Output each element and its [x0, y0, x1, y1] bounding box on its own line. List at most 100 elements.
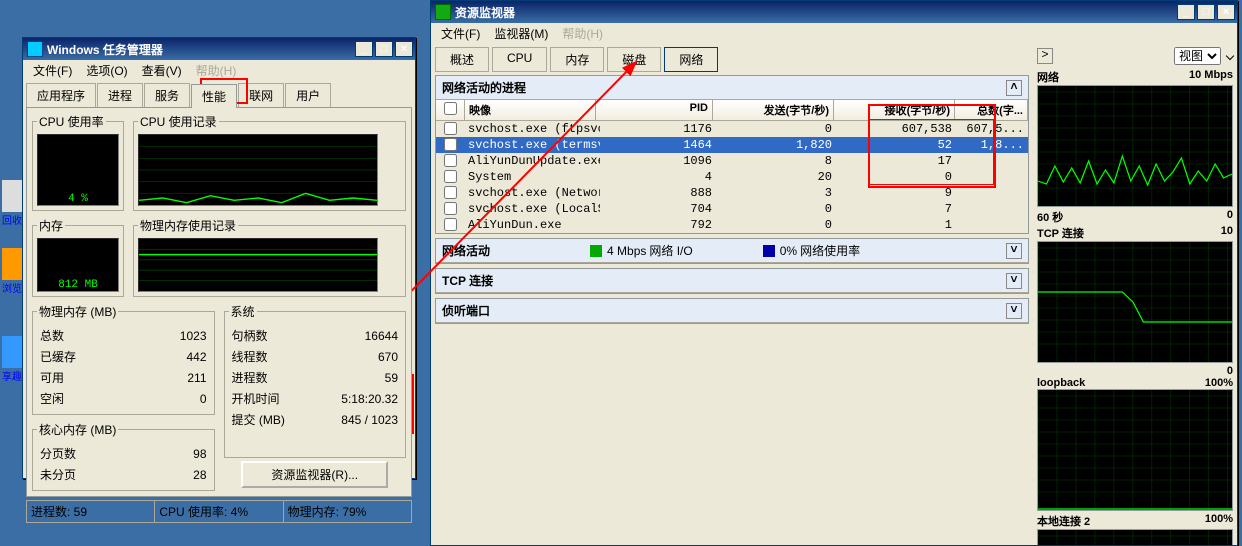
row-checkbox[interactable] — [444, 122, 457, 135]
row-checkbox[interactable] — [444, 138, 457, 151]
row-checkbox[interactable] — [444, 202, 457, 215]
view-select[interactable]: 视图 — [1174, 47, 1221, 65]
tab-overview[interactable]: 概述 — [435, 47, 489, 72]
tab-disk[interactable]: 磁盘 — [607, 47, 661, 72]
proc-recv: 607,538 — [836, 121, 956, 137]
tab-network[interactable]: 联网 — [238, 83, 284, 107]
select-all-checkbox[interactable] — [444, 102, 457, 115]
proc-total — [956, 217, 1028, 233]
proc-send: 0 — [716, 121, 836, 137]
desktop-icon-recycle[interactable]: 回收 — [2, 180, 22, 227]
proc-send: 8 — [716, 153, 836, 169]
table-row[interactable]: svchost.exe (termsvcs)14641,820521,8... — [436, 137, 1028, 153]
chevron-down-icon[interactable] — [1226, 52, 1234, 60]
expand-icon[interactable]: ˅ — [1006, 303, 1022, 319]
menu-file[interactable]: 文件(F) — [435, 23, 486, 44]
tab-apps[interactable]: 应用程序 — [26, 83, 96, 107]
proc-recv: 52 — [836, 137, 956, 153]
graph-xr: 0 — [1227, 209, 1233, 225]
row-checkbox[interactable] — [444, 218, 457, 231]
proc-pid: 888 — [600, 185, 716, 201]
status-cpu: CPU 使用率: 4% — [155, 501, 283, 522]
system-table: 句柄数16644 线程数670 进程数59 开机时间5:18:20.32 提交 … — [229, 324, 402, 431]
table-row[interactable]: svchost.exe (NetworkService)88839 — [436, 185, 1028, 201]
proc-name: System — [464, 169, 600, 185]
proc-header: 映像 PID 发送(字节/秒) 接收(字节/秒) 总数(字... — [436, 100, 1028, 121]
tab-processes[interactable]: 进程 — [97, 83, 143, 107]
table-row[interactable]: svchost.exe (LocalServiceNe...70407 — [436, 201, 1028, 217]
status-procs: 进程数: 59 — [27, 501, 155, 522]
rm-titlebar[interactable]: 资源监视器 _ □ × — [431, 1, 1237, 23]
proc-name: AliYunDun.exe — [464, 217, 600, 233]
proc-total — [956, 153, 1028, 169]
rm-main: 概述 CPU 内存 磁盘 网络 网络活动的进程 ˄ 映像 PID 发送(字节/秒… — [431, 43, 1033, 545]
close-button[interactable]: × — [1217, 4, 1235, 20]
proc-send: 0 — [716, 201, 836, 217]
table-row[interactable]: System4200 — [436, 169, 1028, 185]
net-io-label: 网络 I/O — [649, 242, 692, 259]
icon-label: 回收 — [2, 216, 22, 227]
table-row[interactable]: AliYunDunUpdate.exe1096817 — [436, 153, 1028, 169]
tab-cpu[interactable]: CPU — [492, 47, 547, 72]
mem-gauge: 812 MB — [37, 238, 119, 292]
row-checkbox[interactable] — [444, 154, 457, 167]
menu-help[interactable]: 帮助(H) — [556, 23, 609, 44]
col-total[interactable]: 总数(字... — [955, 100, 1028, 120]
desktop-icon-app[interactable]: 享趣 — [2, 336, 22, 383]
minimize-button[interactable]: _ — [1177, 4, 1195, 20]
col-send[interactable]: 发送(字节/秒) — [713, 100, 834, 120]
graph-xl: 60 秒 — [1037, 209, 1063, 225]
graph-max: 10 Mbps — [1189, 69, 1233, 85]
menu-file[interactable]: 文件(F) — [27, 60, 78, 81]
expand-icon[interactable]: ˅ — [1006, 273, 1022, 289]
maximize-button[interactable]: □ — [375, 41, 393, 57]
side-graph — [1037, 85, 1233, 207]
proc-total — [956, 169, 1028, 185]
tm-titlebar[interactable]: Windows 任务管理器 _ □ × — [23, 38, 415, 60]
col-pid[interactable]: PID — [596, 100, 713, 120]
expand-icon[interactable]: ˅ — [1006, 243, 1022, 259]
minimize-button[interactable]: _ — [355, 41, 373, 57]
rm-title: 资源监视器 — [455, 4, 515, 21]
col-image[interactable]: 映像 — [465, 100, 596, 120]
menu-view[interactable]: 查看(V) — [136, 60, 188, 81]
table-row[interactable]: AliYunDun.exe79201 — [436, 217, 1028, 233]
phys-mem-title: 物理内存 (MB) — [37, 303, 118, 320]
menu-monitor[interactable]: 监视器(M) — [488, 23, 554, 44]
proc-pid: 792 — [600, 217, 716, 233]
proc-name: svchost.exe (NetworkService) — [464, 185, 600, 201]
cpu-gauge: 4 % — [37, 134, 119, 206]
row-checkbox[interactable] — [444, 170, 457, 183]
table-row[interactable]: svchost.exe (ftpsvc)11760607,538607,5... — [436, 121, 1028, 137]
net-util-value: 0% — [780, 244, 797, 258]
proc-pid: 704 — [600, 201, 716, 217]
status-mem: 物理内存: 79% — [284, 501, 411, 522]
tab-users[interactable]: 用户 — [285, 83, 331, 107]
kernel-mem-table: 分页数98 未分页28 — [37, 442, 210, 486]
tab-memory[interactable]: 内存 — [550, 47, 604, 72]
proc-send: 3 — [716, 185, 836, 201]
desktop-icon-browser[interactable]: 浏览 — [2, 248, 22, 295]
tab-performance[interactable]: 性能 — [191, 84, 237, 108]
row-checkbox[interactable] — [444, 186, 457, 199]
tab-services[interactable]: 服务 — [144, 83, 190, 107]
resource-monitor-button[interactable]: 资源监视器(R)... — [241, 461, 388, 488]
rm-icon — [435, 4, 451, 20]
col-recv[interactable]: 接收(字节/秒) — [834, 100, 955, 120]
cpu-history-title: CPU 使用记录 — [138, 113, 219, 130]
menu-help[interactable]: 帮助(H) — [190, 60, 243, 81]
proc-total — [956, 201, 1028, 217]
close-button[interactable]: × — [395, 41, 413, 57]
collapse-icon[interactable]: ˄ — [1006, 80, 1022, 96]
proc-pid: 1096 — [600, 153, 716, 169]
proc-total: 1,8... — [956, 137, 1028, 153]
menu-options[interactable]: 选项(O) — [80, 60, 133, 81]
proc-pid: 1464 — [600, 137, 716, 153]
side-collapse-icon[interactable]: > — [1037, 48, 1053, 64]
system-title: 系统 — [229, 303, 257, 320]
panel-net-activity-title: 网络活动 — [442, 242, 490, 259]
graph-max: 100% — [1205, 377, 1233, 389]
maximize-button[interactable]: □ — [1197, 4, 1215, 20]
tab-network[interactable]: 网络 — [664, 47, 718, 72]
side-graph — [1037, 529, 1233, 545]
